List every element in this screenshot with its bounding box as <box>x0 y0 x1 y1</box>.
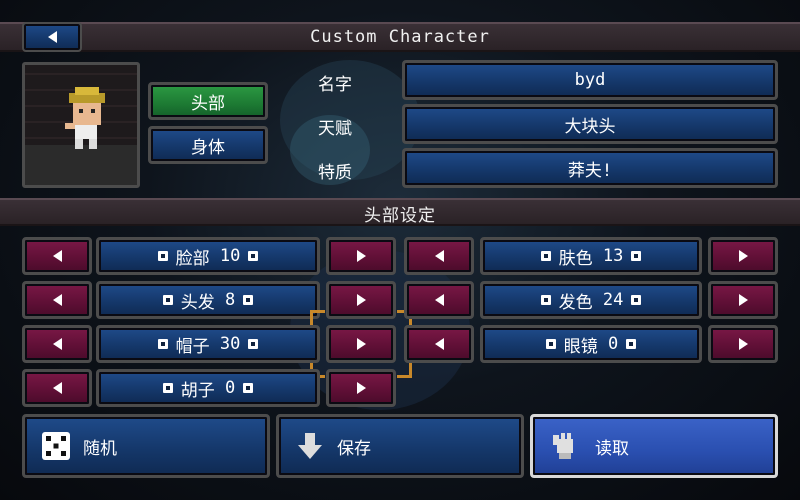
hand-icon <box>553 433 573 459</box>
field-label-trait: 特质 <box>318 163 352 183</box>
prev-glasses-button[interactable] <box>404 325 474 363</box>
save-button[interactable]: 保存 <box>276 414 524 478</box>
load-button[interactable]: 读取 <box>530 414 778 478</box>
right-arrow-icon <box>738 338 748 350</box>
dice-small-icon <box>157 339 168 349</box>
field-label-talent: 天赋 <box>318 119 352 139</box>
skin-setting: 肤色 13 <box>480 237 702 275</box>
trait-field[interactable]: 莽夫! <box>402 148 778 188</box>
dice-small-icon <box>631 251 642 261</box>
right-arrow-icon <box>356 382 366 394</box>
dice-small-icon <box>162 383 173 393</box>
prev-face-button[interactable] <box>22 237 92 275</box>
left-arrow-icon <box>52 250 62 262</box>
left-arrow-icon <box>434 338 444 350</box>
down-arrow-icon <box>298 433 322 459</box>
hat-setting: 帽子 30 <box>96 325 320 363</box>
field-label-name: 名字 <box>318 75 352 95</box>
cursor-corner <box>310 310 325 325</box>
dice-small-icon <box>631 295 642 305</box>
selection-cursor <box>310 310 412 378</box>
dice-small-icon <box>626 339 637 349</box>
name-field[interactable]: byd <box>402 60 778 100</box>
random-button[interactable]: 随机 <box>22 414 270 478</box>
dice-small-icon <box>243 295 254 305</box>
glasses-setting: 眼镜 0 <box>480 325 702 363</box>
beard-setting: 胡子 0 <box>96 369 320 407</box>
prev-hair-color-button[interactable] <box>404 281 474 319</box>
dice-small-icon <box>248 339 259 349</box>
tab-head[interactable]: 头部 <box>148 82 268 120</box>
screen-title: Custom Character <box>310 27 490 47</box>
dice-small-icon <box>248 251 259 261</box>
prev-hat-button[interactable] <box>22 325 92 363</box>
back-arrow-icon <box>47 31 57 43</box>
next-beard-button[interactable] <box>326 369 396 407</box>
left-arrow-icon <box>52 294 62 306</box>
prev-hair-button[interactable] <box>22 281 92 319</box>
talent-field[interactable]: 大块头 <box>402 104 778 144</box>
prev-beard-button[interactable] <box>22 369 92 407</box>
left-arrow-icon <box>434 294 444 306</box>
prev-skin-button[interactable] <box>404 237 474 275</box>
dice-small-icon <box>243 383 254 393</box>
next-hair-color-button[interactable] <box>708 281 778 319</box>
face-setting: 脸部 10 <box>96 237 320 275</box>
right-arrow-icon <box>356 250 366 262</box>
next-skin-button[interactable] <box>708 237 778 275</box>
dice-small-icon <box>545 339 556 349</box>
next-face-button[interactable] <box>326 237 396 275</box>
section-title: 头部设定 <box>364 206 436 226</box>
left-arrow-icon <box>52 382 62 394</box>
dice-small-icon <box>157 251 168 261</box>
hair-setting: 头发 8 <box>96 281 320 319</box>
back-button[interactable] <box>22 22 82 52</box>
next-glasses-button[interactable] <box>708 325 778 363</box>
tab-body[interactable]: 身体 <box>148 126 268 164</box>
left-arrow-icon <box>52 338 62 350</box>
dice-small-icon <box>162 295 173 305</box>
character-sprite <box>25 87 137 185</box>
dice-small-icon <box>540 295 551 305</box>
right-arrow-icon <box>356 294 366 306</box>
character-portrait <box>22 62 140 188</box>
hair-color-setting: 发色 24 <box>480 281 702 319</box>
left-arrow-icon <box>434 250 444 262</box>
dice-small-icon <box>540 251 551 261</box>
cursor-corner <box>397 363 412 378</box>
dice-icon <box>42 432 70 460</box>
right-arrow-icon <box>738 294 748 306</box>
right-arrow-icon <box>738 250 748 262</box>
